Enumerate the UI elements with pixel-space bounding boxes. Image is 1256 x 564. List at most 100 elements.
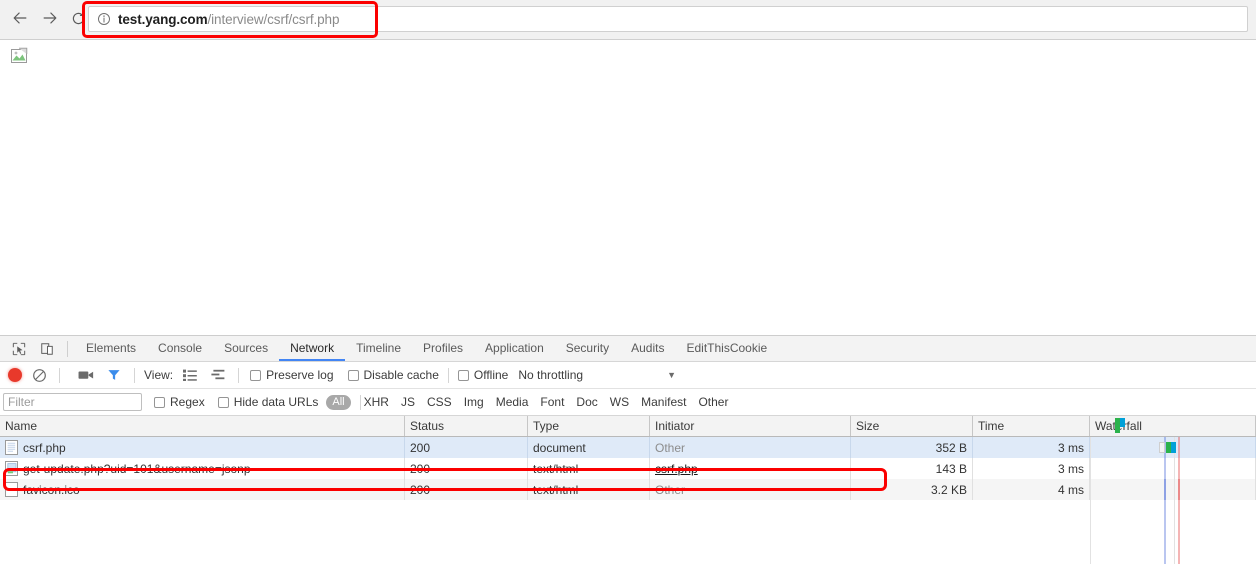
cell-size: 143 B [851, 458, 973, 479]
cell-name[interactable]: favicon.ico [0, 479, 405, 500]
forward-button[interactable] [36, 4, 64, 32]
blank-file-icon [5, 482, 18, 497]
network-requests-table: Name Status Type Initiator Size Time Wat… [0, 416, 1256, 564]
cell-initiator[interactable]: csrf.php [650, 458, 851, 479]
toolbar-divider [134, 368, 135, 383]
record-button[interactable] [8, 368, 22, 382]
filter-type-media[interactable]: Media [496, 395, 529, 409]
column-header-time[interactable]: Time [973, 416, 1090, 436]
tab-editthiscookie[interactable]: EditThisCookie [675, 336, 778, 361]
table-row[interactable]: favicon.ico 200 text/html Other 3.2 KB 4… [0, 479, 1256, 500]
column-header-waterfall[interactable]: Waterfall [1090, 416, 1256, 436]
view-label: View: [144, 368, 173, 382]
tab-application[interactable]: Application [474, 336, 555, 361]
toggle-device-toolbar-button[interactable] [34, 337, 60, 361]
column-header-type[interactable]: Type [528, 416, 650, 436]
offline-label: Offline [474, 368, 508, 382]
tab-console[interactable]: Console [147, 336, 213, 361]
dom-content-loaded-line [1164, 458, 1166, 479]
tab-timeline[interactable]: Timeline [345, 336, 412, 361]
arrow-left-icon [11, 9, 29, 27]
table-header-row: Name Status Type Initiator Size Time Wat… [0, 416, 1256, 437]
filter-type-ws[interactable]: WS [610, 395, 629, 409]
funnel-filter-icon [107, 368, 121, 382]
toolbar-divider [448, 368, 449, 383]
devtools-tabstrip: Elements Console Sources Network Timelin… [0, 336, 1256, 362]
cell-size: 3.2 KB [851, 479, 973, 500]
table-row[interactable]: csrf.php 200 document Other 352 B 3 ms [0, 437, 1256, 458]
filter-type-js[interactable]: JS [401, 395, 415, 409]
cell-status: 200 [405, 458, 528, 479]
column-header-name[interactable]: Name [0, 416, 405, 436]
address-bar[interactable]: test.yang.com/interview/csrf/csrf.php [88, 6, 1248, 32]
cell-type: text/html [528, 479, 650, 500]
regex-label: Regex [170, 395, 205, 409]
waterfall-bar-queue [1159, 442, 1165, 453]
back-button[interactable] [6, 4, 34, 32]
initiator-link[interactable]: csrf.php [655, 462, 698, 476]
view-waterfall-button[interactable] [207, 365, 229, 385]
cell-name[interactable]: get-update.php?uid=101&username=jsonp [0, 458, 405, 479]
browser-chrome: test.yang.com/interview/csrf/csrf.php [0, 0, 1256, 40]
tab-audits[interactable]: Audits [620, 336, 675, 361]
cell-waterfall [1090, 437, 1256, 458]
regex-checkbox[interactable]: Regex [154, 395, 205, 409]
list-view-icon [183, 369, 197, 381]
tab-sources[interactable]: Sources [213, 336, 279, 361]
filter-toggle-button[interactable] [103, 365, 125, 385]
inspect-element-button[interactable] [6, 337, 32, 361]
clear-icon [32, 368, 47, 383]
chevron-down-icon[interactable]: ▼ [667, 370, 676, 380]
load-event-line [1178, 437, 1180, 458]
tab-network[interactable]: Network [279, 336, 345, 361]
devtools-panel: Elements Console Sources Network Timelin… [0, 335, 1256, 564]
tab-profiles[interactable]: Profiles [412, 336, 474, 361]
waterfall-empty-area [1090, 479, 1256, 564]
dom-content-loaded-line [1164, 479, 1166, 564]
cell-name[interactable]: csrf.php [0, 437, 405, 458]
filter-type-manifest[interactable]: Manifest [641, 395, 686, 409]
throttling-dropdown-value[interactable]: No throttling [518, 368, 583, 382]
tab-elements[interactable]: Elements [75, 336, 147, 361]
column-header-size[interactable]: Size [851, 416, 973, 436]
hide-data-urls-label: Hide data URLs [234, 395, 319, 409]
filter-type-font[interactable]: Font [540, 395, 564, 409]
column-header-initiator[interactable]: Initiator [650, 416, 851, 436]
cell-type: text/html [528, 458, 650, 479]
filter-type-xhr[interactable]: XHR [364, 395, 389, 409]
filter-type-other[interactable]: Other [698, 395, 728, 409]
cell-time: 3 ms [973, 437, 1090, 458]
table-row[interactable]: get-update.php?uid=101&username=jsonp 20… [0, 458, 1256, 479]
load-event-line [1178, 458, 1180, 479]
hide-data-urls-checkbox[interactable]: Hide data URLs [218, 395, 319, 409]
toolbar-divider [238, 368, 239, 383]
filter-type-doc[interactable]: Doc [576, 395, 597, 409]
load-event-line [1178, 479, 1180, 564]
filter-type-img[interactable]: Img [464, 395, 484, 409]
cell-time: 4 ms [973, 479, 1090, 500]
capture-screenshots-button[interactable] [75, 365, 97, 385]
request-name: csrf.php [23, 441, 66, 455]
filter-type-css[interactable]: CSS [427, 395, 452, 409]
tab-security[interactable]: Security [555, 336, 620, 361]
disable-cache-checkbox[interactable]: Disable cache [348, 368, 439, 382]
preserve-log-checkbox[interactable]: Preserve log [250, 368, 333, 382]
checkbox-box [458, 370, 469, 381]
filter-input[interactable] [3, 393, 142, 411]
document-file-icon [5, 440, 18, 455]
request-name: get-update.php?uid=101&username=jsonp [23, 462, 251, 476]
offline-checkbox[interactable]: Offline [458, 368, 508, 382]
url-text: test.yang.com/interview/csrf/csrf.php [118, 12, 339, 27]
clear-button[interactable] [28, 365, 50, 385]
checkbox-box [154, 397, 165, 408]
cell-size: 352 B [851, 437, 973, 458]
info-circle-icon[interactable] [97, 12, 111, 26]
filter-type-all[interactable]: All [326, 395, 350, 410]
view-list-button[interactable] [179, 365, 201, 385]
request-name: favicon.ico [23, 483, 80, 497]
column-header-status[interactable]: Status [405, 416, 528, 436]
cell-waterfall [1090, 458, 1256, 479]
network-toolbar: View: Preserve log D [0, 362, 1256, 389]
cell-status: 200 [405, 479, 528, 500]
url-host: test.yang.com [118, 12, 207, 27]
